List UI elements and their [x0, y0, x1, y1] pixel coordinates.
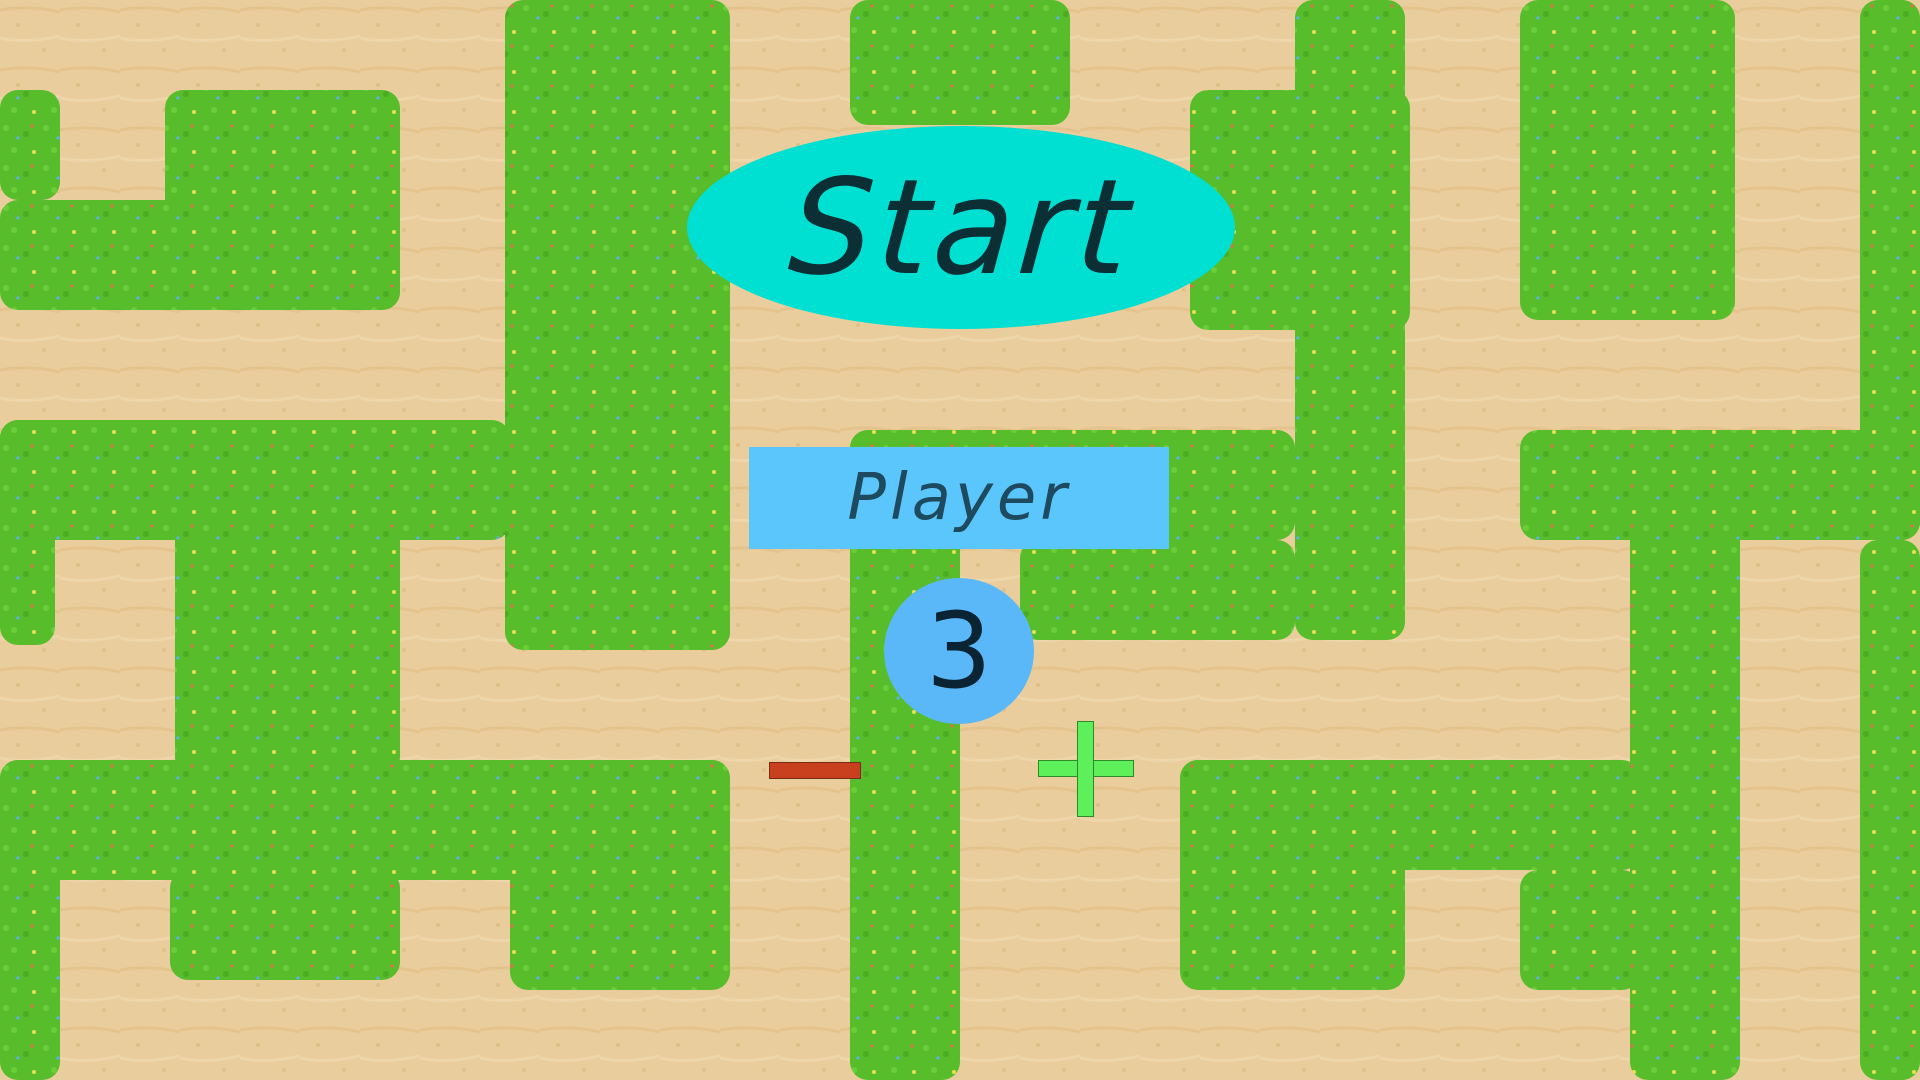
game-screen: Start Player 3: [0, 0, 1920, 1080]
player-count-value: 3: [925, 590, 993, 712]
player-count-badge: 3: [884, 578, 1034, 724]
minus-icon: [769, 761, 861, 779]
decrease-players-button[interactable]: [760, 740, 870, 800]
start-button[interactable]: Start: [687, 126, 1235, 329]
player-label-box: Player: [749, 447, 1169, 549]
player-label: Player: [847, 461, 1071, 535]
plus-icon: [1038, 721, 1134, 817]
start-button-label: Start: [784, 150, 1138, 305]
increase-players-button[interactable]: [1035, 718, 1135, 818]
